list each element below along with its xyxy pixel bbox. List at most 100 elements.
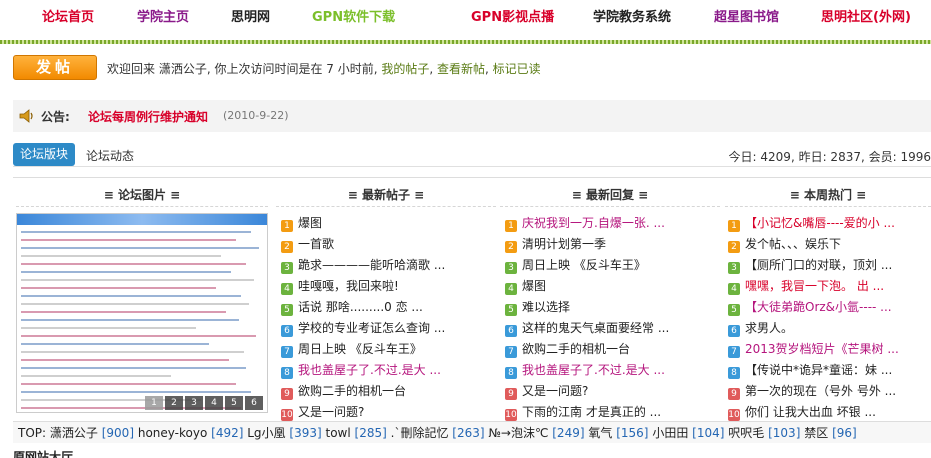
my-posts-link[interactable]: 我的帖子 [381, 62, 429, 76]
list-item[interactable]: 10 又是一问题? [281, 402, 496, 423]
slide-page-5[interactable]: 5 [225, 396, 243, 410]
list-item[interactable]: 6 求男人。 [728, 318, 931, 339]
nav-gpn-video[interactable]: GPN影视点播 [471, 6, 554, 25]
list-item[interactable]: 7 2013贺岁档短片《芒果树 ... [728, 339, 931, 360]
list-item[interactable]: 9 又是一问题? [505, 381, 720, 402]
list-item[interactable]: 5 难以选择 [505, 297, 720, 318]
top-poster-count: [103] [768, 426, 801, 440]
slide-page-4[interactable]: 4 [205, 396, 223, 410]
list-item-title[interactable]: 第一次的现在（号外 号外 ... [745, 384, 896, 398]
list-item-title[interactable]: 我也盖屋子了.不过.是大 ... [522, 363, 665, 377]
list-item[interactable]: 8 我也盖屋子了.不过.是大 ... [505, 360, 720, 381]
list-item[interactable]: 4 嘿嘿，我冒一下泡。 出 ... [728, 276, 931, 297]
list-item[interactable]: 3 周日上映 《反斗车王》 [505, 255, 720, 276]
list-item-title[interactable]: 你们 让我大出血 坏银 ... [745, 405, 876, 419]
slide-page-6[interactable]: 6 [245, 396, 263, 410]
list-item-title[interactable]: 爆图 [298, 216, 322, 230]
slide-page-1[interactable]: 1 [145, 396, 163, 410]
list-item-title[interactable]: 清明计划第一季 [522, 237, 606, 251]
top-poster-name[interactable]: 潇洒公子 [50, 426, 98, 440]
top-poster-count: [96] [832, 426, 857, 440]
list-item-title[interactable]: 跪求————能听哈滴歌 ... [298, 258, 445, 272]
list-item-title[interactable]: 2013贺岁档短片《芒果树 ... [745, 342, 899, 356]
list-item-title[interactable]: 下雨的江南 才是真正的 ... [522, 405, 661, 419]
list-item-title[interactable]: 学校的专业考证怎么查询 ... [298, 321, 445, 335]
rank-number-icon: 8 [728, 367, 740, 379]
list-item[interactable]: 9 第一次的现在（号外 号外 ... [728, 381, 931, 402]
list-item[interactable]: 4 爆图 [505, 276, 720, 297]
list-item[interactable]: 5 话说 那啥.........0 恋 ... [281, 297, 496, 318]
list-item[interactable]: 9 欲购二手的相机一台 [281, 381, 496, 402]
list-item-title[interactable]: 欲购二手的相机一台 [298, 384, 406, 398]
nav-library[interactable]: 超星图书馆 [714, 6, 779, 25]
list-item[interactable]: 3 【厕所门口的对联，顶刘 ... [728, 255, 931, 276]
list-item[interactable]: 8 【传说中*诡异*童谣：妹 ... [728, 360, 931, 381]
list-item-title[interactable]: 一首歌 [298, 237, 334, 251]
list-item-title[interactable]: 欲购二手的相机一台 [522, 342, 630, 356]
list-item-title[interactable]: 【大徒弟跪Orz&小氩---- ... [745, 300, 892, 314]
list-item-title[interactable]: 又是一问题? [298, 405, 364, 419]
top-poster-name[interactable]: №→泡沫℃ [488, 426, 548, 440]
nav-gpn-software[interactable]: GPN软件下载 [312, 6, 395, 25]
list-item-title[interactable]: 哇嘎嘎，我回来啦! [298, 279, 399, 293]
mark-read-link[interactable]: 标记已读 [493, 62, 541, 76]
tab-forum-sections[interactable]: 论坛版块 [13, 143, 75, 166]
list-item-title[interactable]: 周日上映 《反斗车王》 [522, 258, 646, 272]
latest-posts-list: 1 爆图 2 一首歌 3 跪求————能听哈滴歌 ... 4 哇嘎嘎，我回来啦! 5 话说 那啥.… [281, 213, 496, 423]
list-item-title[interactable]: 难以选择 [522, 300, 570, 314]
slide-page-2[interactable]: 2 [165, 396, 183, 410]
list-item[interactable]: 2 发个帖、、、娱乐下 [728, 234, 931, 255]
list-item-title[interactable]: 嘿嘿，我冒一下泡。 出 ... [745, 279, 884, 293]
tab-forum-activity[interactable]: 论坛动态 [86, 147, 134, 164]
top-poster-name[interactable]: 小田田 [652, 426, 688, 440]
list-item[interactable]: 6 学校的专业考证怎么查询 ... [281, 318, 496, 339]
list-item-title[interactable]: 话说 那啥.........0 恋 ... [298, 300, 423, 314]
list-item[interactable]: 7 欲购二手的相机一台 [505, 339, 720, 360]
top-poster-count: [492] [211, 426, 244, 440]
slide-page-3[interactable]: 3 [185, 396, 203, 410]
list-item-title[interactable]: 【厕所门口的对联，顶刘 ... [745, 258, 892, 272]
forum-image-slideshow[interactable]: 1 2 3 4 5 6 [16, 213, 268, 413]
list-item[interactable]: 10 你们 让我大出血 坏银 ... [728, 402, 931, 423]
top-poster-name[interactable]: 氧气 [588, 426, 612, 440]
list-item-title[interactable]: 【传说中*诡异*童谣：妹 ... [745, 363, 892, 377]
list-item[interactable]: 4 哇嘎嘎，我回来啦! [281, 276, 496, 297]
list-item-title[interactable]: 这样的鬼天气桌面要经常 ... [522, 321, 669, 335]
top-poster-name[interactable]: 呎呎毛 [728, 426, 764, 440]
top-poster-name[interactable]: Lg小凰 [247, 426, 285, 440]
nav-forum-home[interactable]: 论坛首页 [42, 6, 94, 25]
nav-siming-net[interactable]: 思明网 [231, 6, 270, 25]
nav-community[interactable]: 思明社区(外网) [821, 6, 911, 25]
rank-number-icon: 1 [728, 220, 740, 232]
list-item[interactable]: 6 这样的鬼天气桌面要经常 ... [505, 318, 720, 339]
list-item-title[interactable]: 爆图 [522, 279, 546, 293]
list-item[interactable]: 10 下雨的江南 才是真正的 ... [505, 402, 720, 423]
list-item[interactable]: 1 爆图 [281, 213, 496, 234]
rank-number-icon: 10 [281, 409, 293, 421]
list-item-title[interactable]: 又是一问题? [522, 384, 588, 398]
nav-academic-system[interactable]: 学院教务系统 [593, 6, 671, 25]
post-button[interactable]: 发帖 [13, 55, 97, 80]
top-poster-name[interactable]: 禁区 [804, 426, 828, 440]
nav-college-home[interactable]: 学院主页 [137, 6, 189, 25]
top-poster-name[interactable]: towl [326, 426, 351, 440]
view-new-posts-link[interactable]: 查看新帖 [437, 62, 485, 76]
list-item-title[interactable]: 求男人。 [745, 321, 793, 335]
list-item-title[interactable]: 【小记忆&嘴唇----爱的小 ... [745, 216, 895, 230]
list-item[interactable]: 1 【小记忆&嘴唇----爱的小 ... [728, 213, 931, 234]
list-item[interactable]: 3 跪求————能听哈滴歌 ... [281, 255, 496, 276]
list-item-title[interactable]: 周日上映 《反斗车王》 [298, 342, 422, 356]
list-item-title[interactable]: 庆祝我到一万.自爆一张. ... [522, 216, 665, 230]
list-item[interactable]: 2 清明计划第一季 [505, 234, 720, 255]
top-poster-name[interactable]: honey-koyo [138, 426, 207, 440]
rank-number-icon: 2 [505, 241, 517, 253]
top-poster-name[interactable]: .`刪除記忆 [391, 426, 449, 440]
announcement-title[interactable]: 论坛每周例行维护通知 [88, 108, 208, 125]
list-item[interactable]: 5 【大徒弟跪Orz&小氩---- ... [728, 297, 931, 318]
list-item-title[interactable]: 我也盖屋子了.不过.是大 ... [298, 363, 441, 377]
list-item[interactable]: 2 一首歌 [281, 234, 496, 255]
list-item[interactable]: 1 庆祝我到一万.自爆一张. ... [505, 213, 720, 234]
list-item[interactable]: 7 周日上映 《反斗车王》 [281, 339, 496, 360]
list-item-title[interactable]: 发个帖、、、娱乐下 [745, 237, 841, 251]
list-item[interactable]: 8 我也盖屋子了.不过.是大 ... [281, 360, 496, 381]
